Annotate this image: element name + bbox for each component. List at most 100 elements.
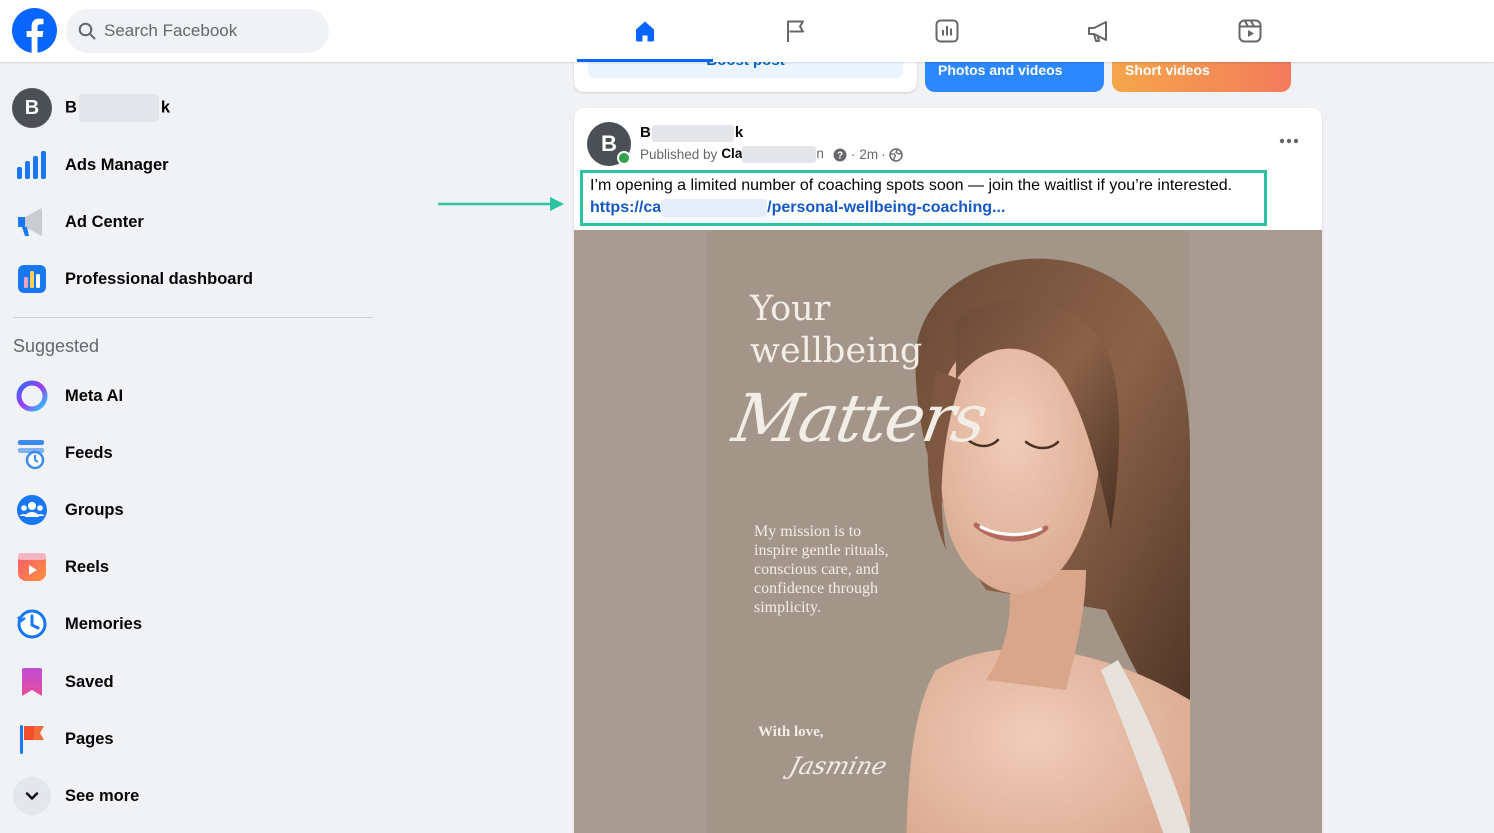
tab-reels[interactable]: [1182, 0, 1318, 62]
poster-signature: Jasmine: [786, 752, 891, 780]
search-bar[interactable]: [66, 9, 329, 53]
sidebar-item-label: See more: [65, 786, 140, 805]
sidebar-item-label: Pages: [65, 729, 114, 748]
ads-manager-icon: [12, 145, 52, 185]
sidebar-item-feeds[interactable]: Feeds: [8, 427, 378, 479]
reels-icon: [1238, 19, 1262, 43]
avatar: B: [12, 88, 52, 128]
ad-center-icon: [12, 202, 52, 242]
sidebar-item-profile[interactable]: B Bk: [8, 82, 378, 134]
publisher-name-start: Cla: [721, 146, 743, 162]
tab-ads[interactable]: [1031, 0, 1167, 62]
sidebar-item-ads-manager[interactable]: Ads Manager: [8, 139, 378, 191]
flag-icon: [787, 20, 804, 42]
online-status-dot: [617, 151, 631, 165]
photos-and-videos-label: Photos and videos: [938, 62, 1063, 78]
chevron-down-icon: [13, 777, 51, 815]
post-author-name[interactable]: Bk: [640, 124, 743, 142]
left-sidebar: B Bk Ads Manager Ad Center Professional …: [0, 62, 385, 833]
post-author-name-start: B: [640, 124, 651, 141]
sidebar-item-see-more[interactable]: See more: [8, 770, 378, 822]
pages-icon: [12, 719, 52, 759]
publisher-name-end: n: [816, 146, 824, 162]
annotation-arrow-icon: [438, 197, 564, 211]
sidebar-item-label: Saved: [65, 672, 114, 691]
post-author-name-end: k: [734, 124, 744, 141]
redacted-text: [78, 94, 159, 122]
post-text-highlight: I’m opening a limited number of coaching…: [580, 170, 1267, 226]
facebook-logo-icon[interactable]: [12, 8, 57, 53]
tab-insights[interactable]: [879, 0, 1015, 62]
poster-heading: Your wellbeing: [750, 288, 922, 372]
home-icon: [636, 21, 654, 42]
more-options-icon[interactable]: [1274, 126, 1304, 156]
post-meta: Published by Cla n ? · 2m ·: [640, 146, 903, 163]
sidebar-item-label: Meta AI: [65, 386, 124, 405]
redacted-text: [742, 146, 817, 163]
profile-name-end: k: [160, 98, 171, 117]
professional-dashboard-icon: [12, 259, 52, 299]
post-link-start: https://ca: [590, 199, 662, 216]
tab-pages[interactable]: [728, 0, 864, 62]
sidebar-item-reels[interactable]: Reels: [8, 541, 378, 593]
help-icon[interactable]: ?: [833, 148, 847, 162]
sidebar-item-pages[interactable]: Pages: [8, 713, 378, 765]
mission-line: My mission is to: [754, 523, 862, 540]
sidebar-item-ad-center[interactable]: Ad Center: [8, 196, 378, 248]
poster-mission: My mission is to inspire gentle rituals,…: [754, 522, 889, 617]
tab-home[interactable]: [577, 0, 713, 62]
feeds-icon: [12, 433, 52, 473]
megaphone-icon: [1088, 21, 1107, 42]
avatar-wrapper: B: [12, 88, 52, 128]
sidebar-item-groups[interactable]: Groups: [8, 484, 378, 536]
published-by-label: Published by: [640, 147, 718, 162]
sidebar-item-label: Memories: [65, 614, 143, 633]
saved-icon: [12, 662, 52, 702]
redacted-text: [661, 198, 768, 217]
insights-icon: [935, 19, 959, 43]
search-icon: [78, 22, 96, 40]
mission-line: conscious care, and: [754, 561, 879, 578]
meta-separator: ·: [850, 147, 856, 162]
mission-line: inspire gentle rituals,: [754, 542, 889, 559]
feed-post: B Bk Published by Cla n ? · 2m · I’m open…: [574, 108, 1322, 833]
sidebar-item-memories[interactable]: Memories: [8, 598, 378, 650]
mission-line: simplicity.: [754, 599, 821, 616]
sidebar-item-saved[interactable]: Saved: [8, 656, 378, 708]
mission-line: confidence through: [754, 580, 878, 597]
post-time[interactable]: 2m: [859, 147, 878, 162]
sidebar-item-label: Reels: [65, 557, 110, 576]
wellbeing-poster: Your wellbeing Matters My mission is to …: [706, 230, 1190, 833]
publisher-name[interactable]: Cla n: [721, 146, 824, 163]
svg-text:?: ?: [837, 150, 843, 161]
post-link-end: /personal-wellbeing-coaching...: [767, 199, 1006, 216]
section-title-suggested: Suggested: [13, 336, 100, 356]
search-input[interactable]: [104, 21, 304, 41]
sidebar-item-meta-ai[interactable]: Meta AI: [8, 370, 378, 422]
sidebar-item-professional-dashboard[interactable]: Professional dashboard: [8, 253, 378, 305]
sidebar-item-label: Ads Manager: [65, 155, 169, 174]
meta-ai-icon: [12, 376, 52, 416]
post-link[interactable]: https://ca/personal-wellbeing-coaching..…: [590, 197, 1264, 219]
sidebar-item-label: Ad Center: [65, 212, 144, 231]
see-more-icon-wrapper: [12, 776, 52, 816]
sidebar-divider: [13, 317, 373, 318]
poster-heading-line1: Your: [750, 289, 831, 329]
post-message: I’m opening a limited number of coaching…: [590, 177, 1233, 194]
sidebar-item-label: Professional dashboard: [65, 269, 253, 288]
short-videos-label: Short videos: [1125, 62, 1210, 78]
globe-icon: [888, 147, 903, 162]
profile-name: Bk: [65, 94, 170, 122]
poster-script-word: Matters: [727, 380, 992, 457]
memories-icon: [12, 604, 52, 644]
poster-heading-line2: wellbeing: [750, 331, 923, 371]
meta-separator: ·: [881, 147, 886, 162]
reels-icon: [12, 547, 52, 587]
poster-signoff: With love,: [758, 724, 824, 740]
sidebar-item-label: Groups: [65, 500, 124, 519]
sidebar-item-label: Feeds: [65, 443, 113, 462]
profile-name-start: B: [65, 98, 77, 117]
post-image[interactable]: Your wellbeing Matters My mission is to …: [574, 230, 1322, 833]
groups-icon: [12, 490, 52, 530]
top-navigation-bar: [0, 0, 1494, 62]
